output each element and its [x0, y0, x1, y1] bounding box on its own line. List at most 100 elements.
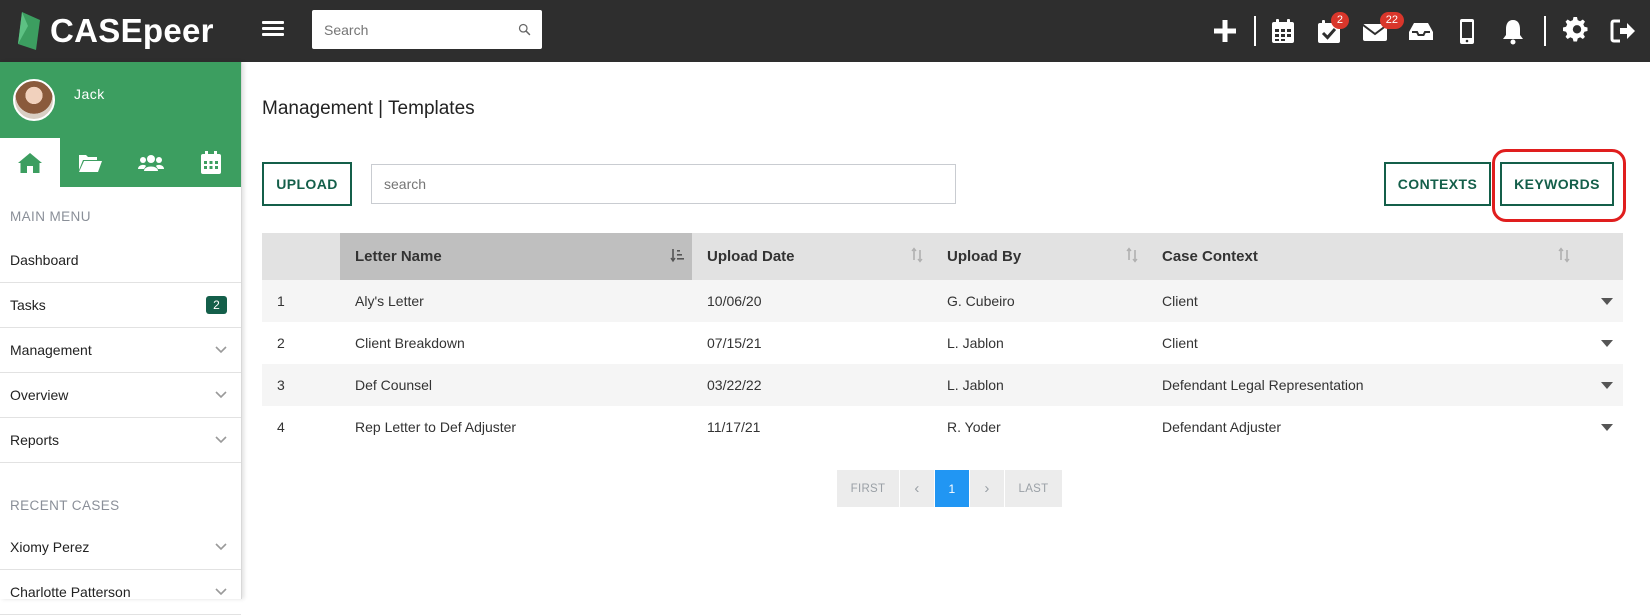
upload-by-cell: L. Jablon	[932, 364, 1147, 406]
add-new-button[interactable]	[1202, 0, 1248, 62]
sign-out-icon	[1610, 19, 1635, 43]
gear-icon	[1563, 17, 1588, 42]
pagination-first[interactable]: FIRST	[837, 470, 899, 507]
case-context-cell[interactable]: Client	[1147, 322, 1623, 364]
sidebar-item-label: Management	[10, 342, 92, 358]
case-context-cell[interactable]: Defendant Legal Representation	[1147, 364, 1623, 406]
template-search-input[interactable]	[371, 164, 956, 204]
pagination-page-1[interactable]: 1	[935, 470, 969, 507]
sidebar-item-tasks[interactable]: Tasks 2	[0, 283, 241, 328]
column-header-letter-name[interactable]: Letter Name	[340, 233, 692, 280]
chevron-down-icon	[215, 391, 227, 399]
mobile-button[interactable]	[1444, 0, 1490, 62]
case-context-cell[interactable]: Client	[1147, 280, 1623, 322]
upload-by-cell: L. Jablon	[932, 322, 1147, 364]
caret-down-icon[interactable]	[1601, 340, 1613, 347]
inbox-button[interactable]	[1398, 0, 1444, 62]
caret-down-icon[interactable]	[1601, 298, 1613, 305]
settings-button[interactable]	[1554, 0, 1600, 62]
brand-logo[interactable]: CASEpeer	[14, 8, 214, 54]
contexts-button[interactable]: CONTEXTS	[1384, 162, 1491, 206]
case-context-label: Client	[1162, 335, 1198, 351]
plus-icon	[1214, 20, 1236, 42]
column-header-upload-by[interactable]: Upload By	[932, 233, 1147, 280]
avatar[interactable]	[13, 79, 55, 121]
column-header-upload-date[interactable]: Upload Date	[692, 233, 932, 280]
case-context-label: Defendant Adjuster	[1162, 419, 1282, 435]
leaf-logo-icon	[18, 12, 40, 50]
sidebar-item-management[interactable]: Management	[0, 328, 241, 373]
pagination: FIRST ‹ 1 › LAST	[837, 470, 1063, 507]
sidebar-item-label: Overview	[10, 387, 69, 403]
column-header-case-context[interactable]: Case Context	[1147, 233, 1623, 280]
sidebar-item-label: Reports	[10, 432, 60, 448]
pagination-next[interactable]: ›	[970, 470, 1004, 507]
chevron-down-icon	[215, 346, 227, 354]
sidebar-tab-contacts[interactable]	[121, 138, 181, 187]
sidebar-item-overview[interactable]: Overview	[0, 373, 241, 418]
sort-icon	[1558, 247, 1570, 263]
letter-name-cell[interactable]: Def Counsel	[340, 364, 692, 406]
column-header-index	[262, 233, 340, 280]
mobile-phone-icon	[1460, 19, 1474, 44]
calendar-icon	[200, 150, 221, 174]
row-index: 1	[262, 280, 340, 322]
upload-date-cell: 11/17/21	[692, 406, 932, 448]
letter-name-cell[interactable]: Client Breakdown	[340, 322, 692, 364]
hamburger-menu-icon[interactable]	[262, 18, 284, 40]
sidebar-item-reports[interactable]: Reports	[0, 418, 241, 463]
column-header-label: Case Context	[1162, 248, 1258, 265]
upload-by-cell: R. Yoder	[932, 406, 1147, 448]
sidebar-tab-cases[interactable]	[60, 138, 120, 187]
logout-button[interactable]	[1600, 0, 1646, 62]
folder-open-icon	[79, 154, 103, 172]
tasks-button[interactable]: 2	[1306, 0, 1352, 62]
upload-date-cell: 03/22/22	[692, 364, 932, 406]
table-row[interactable]: 2 Client Breakdown 07/15/21 L. Jablon Cl…	[262, 322, 1623, 364]
sidebar-tab-calendar[interactable]	[181, 138, 241, 187]
table-row[interactable]: 1 Aly's Letter 10/06/20 G. Cubeiro Clien…	[262, 280, 1623, 322]
notifications-button[interactable]	[1490, 0, 1536, 62]
main-menu-heading: MAIN MENU	[10, 209, 91, 224]
global-search-input[interactable]	[312, 10, 517, 49]
sidebar: Jack MAIN MENU Dashboard Tasks 2 Managem…	[0, 62, 242, 615]
case-context-label: Defendant Legal Representation	[1162, 377, 1364, 393]
caret-down-icon[interactable]	[1601, 382, 1613, 389]
recent-case-item[interactable]: Xiomy Perez	[0, 525, 241, 570]
calendar-button[interactable]	[1260, 0, 1306, 62]
pagination-prev[interactable]: ‹	[900, 470, 934, 507]
pagination-last[interactable]: LAST	[1005, 470, 1062, 507]
keywords-button[interactable]: KEYWORDS	[1500, 162, 1614, 206]
templates-table: Letter Name Upload Date Upload By Case C…	[262, 233, 1623, 448]
case-context-label: Client	[1162, 293, 1198, 309]
inbox-tray-icon	[1409, 23, 1433, 40]
row-index: 2	[262, 322, 340, 364]
recent-case-item[interactable]: Charlotte Patterson	[0, 570, 241, 615]
sidebar-item-label: Tasks	[10, 297, 46, 313]
sidebar-item-label: Dashboard	[10, 252, 79, 268]
case-context-cell[interactable]: Defendant Adjuster	[1147, 406, 1623, 448]
user-name: Jack	[74, 86, 105, 102]
global-search	[312, 10, 542, 49]
table-row[interactable]: 3 Def Counsel 03/22/22 L. Jablon Defenda…	[262, 364, 1623, 406]
topbar-divider	[1544, 16, 1546, 46]
recent-case-label: Xiomy Perez	[10, 539, 90, 555]
table-header-row: Letter Name Upload Date Upload By Case C…	[262, 233, 1623, 280]
search-icon[interactable]	[517, 22, 532, 37]
letter-name-cell[interactable]: Rep Letter to Def Adjuster	[340, 406, 692, 448]
table-row[interactable]: 4 Rep Letter to Def Adjuster 11/17/21 R.…	[262, 406, 1623, 448]
user-profile: Jack	[0, 62, 241, 138]
sidebar-tab-home[interactable]	[0, 138, 61, 187]
upload-by-cell: G. Cubeiro	[932, 280, 1147, 322]
column-header-label: Letter Name	[355, 248, 442, 265]
calendar-icon	[1272, 19, 1294, 43]
upload-date-cell: 07/15/21	[692, 322, 932, 364]
sidebar-item-dashboard[interactable]: Dashboard	[0, 238, 241, 283]
users-icon	[137, 154, 164, 171]
sidebar-tabs	[0, 138, 241, 187]
recent-case-label: Charlotte Patterson	[10, 584, 131, 600]
letter-name-cell[interactable]: Aly's Letter	[340, 280, 692, 322]
caret-down-icon[interactable]	[1601, 424, 1613, 431]
mail-button[interactable]: 22	[1352, 0, 1404, 62]
upload-button[interactable]: UPLOAD	[262, 162, 352, 206]
